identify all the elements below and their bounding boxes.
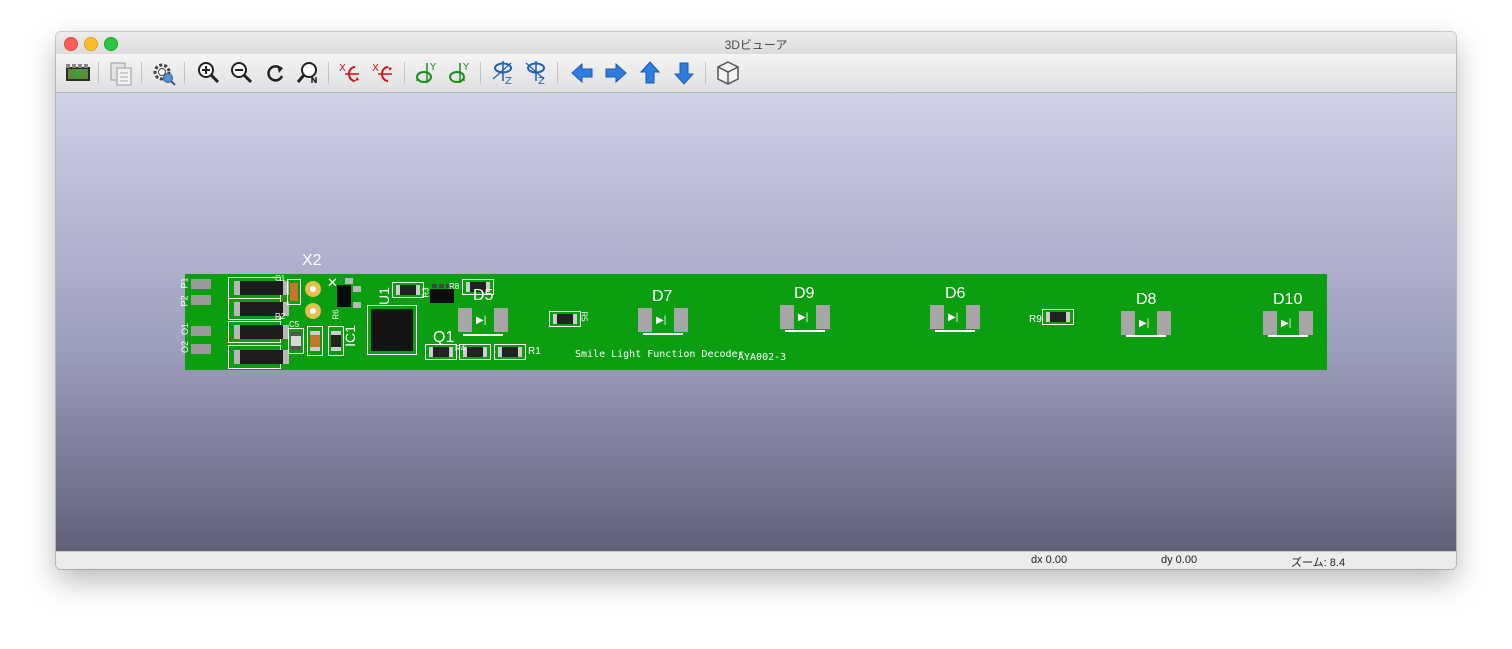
pcb-board: P1 P2 O1 O2 C1 C5 R2 ✕ R6 IC1 U1 R3 R8 D… [180,274,1327,370]
copy-icon[interactable] [107,59,135,87]
label-p2: P2 [179,295,190,307]
ref-d7: D7 [652,288,673,305]
ref-x2: X2 [302,252,322,269]
pad [345,278,353,284]
status-bar: dx 0.00 dy 0.00 ズーム: 8.4 [56,551,1456,569]
ortho-view-icon[interactable] [714,59,742,87]
led-d8: ▶| [1121,311,1171,335]
3d-viewport[interactable]: X2 P1 P2 O1 O2 C1 C5 R2 ✕ R6 IC1 U1 R3 R… [56,93,1456,551]
resistor-r5 [549,311,581,327]
ref-d10: D10 [1273,291,1303,308]
pad-p1 [191,279,211,289]
transistor [337,285,351,307]
ref-ic1: IC1 [341,325,358,347]
board-title: Smile Light Function Decoder [575,349,744,360]
diode-package [228,298,289,320]
ref-r9: R9 [1029,314,1042,325]
capacitor-c1 [287,279,301,305]
title-bar: 3Dビューア [56,32,1456,54]
label-o2: O2 [180,340,191,354]
move-down-icon[interactable] [670,59,698,87]
ref-r2: R2 [275,312,286,321]
rotate-z-cw-icon[interactable]: Z [490,59,518,87]
ref-d8: D8 [1136,291,1157,308]
ref-r4: R4 [455,344,466,353]
diode-package [228,321,289,343]
svg-text:Y: Y [462,62,470,73]
zoom-auto-icon[interactable] [294,59,322,87]
led-bar [785,330,825,332]
ic1-chip [367,305,417,355]
svg-text:X: X [372,63,379,74]
sot-chip [430,289,454,303]
pad [432,284,437,288]
label-p1: P1 [179,277,190,289]
status-zoom: ズーム: 8.4 [1291,557,1346,569]
resistor-r4 [425,344,457,360]
zoom-out-icon[interactable] [227,59,255,87]
rotate-z-ccw-icon[interactable]: Z [523,59,551,87]
pad [353,302,361,308]
ref-c5: C5 [289,320,300,329]
move-up-icon[interactable] [636,59,664,87]
rotate-y-ccw-icon[interactable]: Y [446,59,474,87]
pad [353,286,361,292]
pad-o1 [191,326,211,336]
via [305,303,321,319]
rotate-x-cw-icon[interactable]: X [337,59,365,87]
diode-package [228,345,289,369]
status-dy: dy 0.00 [1161,554,1198,566]
led-d10: ▶| [1263,311,1313,335]
capacitor-c2 [288,328,304,354]
svg-text:Z: Z [505,76,512,87]
led-bar [1126,335,1166,337]
toolbar: X X Y Y Z Z [56,54,1456,93]
capacitor-c3 [307,326,323,356]
via [305,281,321,297]
pad-o2 [191,344,211,354]
pad-p2 [191,295,211,305]
svg-text:X: X [339,63,346,74]
ref-r6: R6 [331,309,341,320]
ref-r8: R8 [449,282,460,291]
window-title: 3Dビューア [724,38,788,52]
led-bar [935,330,975,332]
board-part-number: AYA002-3 [738,352,787,363]
resistor-r9 [1042,309,1074,325]
label-o1: O1 [180,322,191,336]
ref-r1: R1 [528,346,541,357]
led-bar [463,334,503,336]
resistor-r1 [494,344,526,360]
status-dx: dx 0.00 [1031,554,1068,566]
resistor-u1 [392,282,424,298]
settings-icon[interactable] [150,59,178,87]
ref-d9: D9 [794,285,815,302]
ref-u1: U1 [375,287,392,305]
move-left-icon[interactable] [568,59,596,87]
rotate-x-ccw-icon[interactable]: X [370,59,398,87]
ref-r5: R5 [579,311,589,322]
pad [439,284,444,288]
led-bar [643,333,683,335]
viewer-window: 3Dビューア X X Y Y Z Z X2 P1 P2 O1 O2 C1 C5 … [56,32,1456,569]
rotate-y-cw-icon[interactable]: Y [413,59,441,87]
led-d5: ▶| [458,308,508,332]
reload-board-icon[interactable] [64,59,92,87]
redraw-icon[interactable] [261,59,289,87]
led-d6: ▶| [930,305,980,329]
diode-package [228,277,289,299]
move-right-icon[interactable] [602,59,630,87]
ref-d5: D5 [473,287,494,304]
ref-c1: C1 [275,274,286,283]
zoom-in-icon[interactable] [194,59,222,87]
svg-text:Z: Z [538,76,545,87]
ref-d6: D6 [945,285,966,302]
svg-text:Y: Y [429,62,437,73]
led-d7: ▶| [638,308,688,332]
led-bar [1268,335,1308,337]
led-d9: ▶| [780,305,830,329]
